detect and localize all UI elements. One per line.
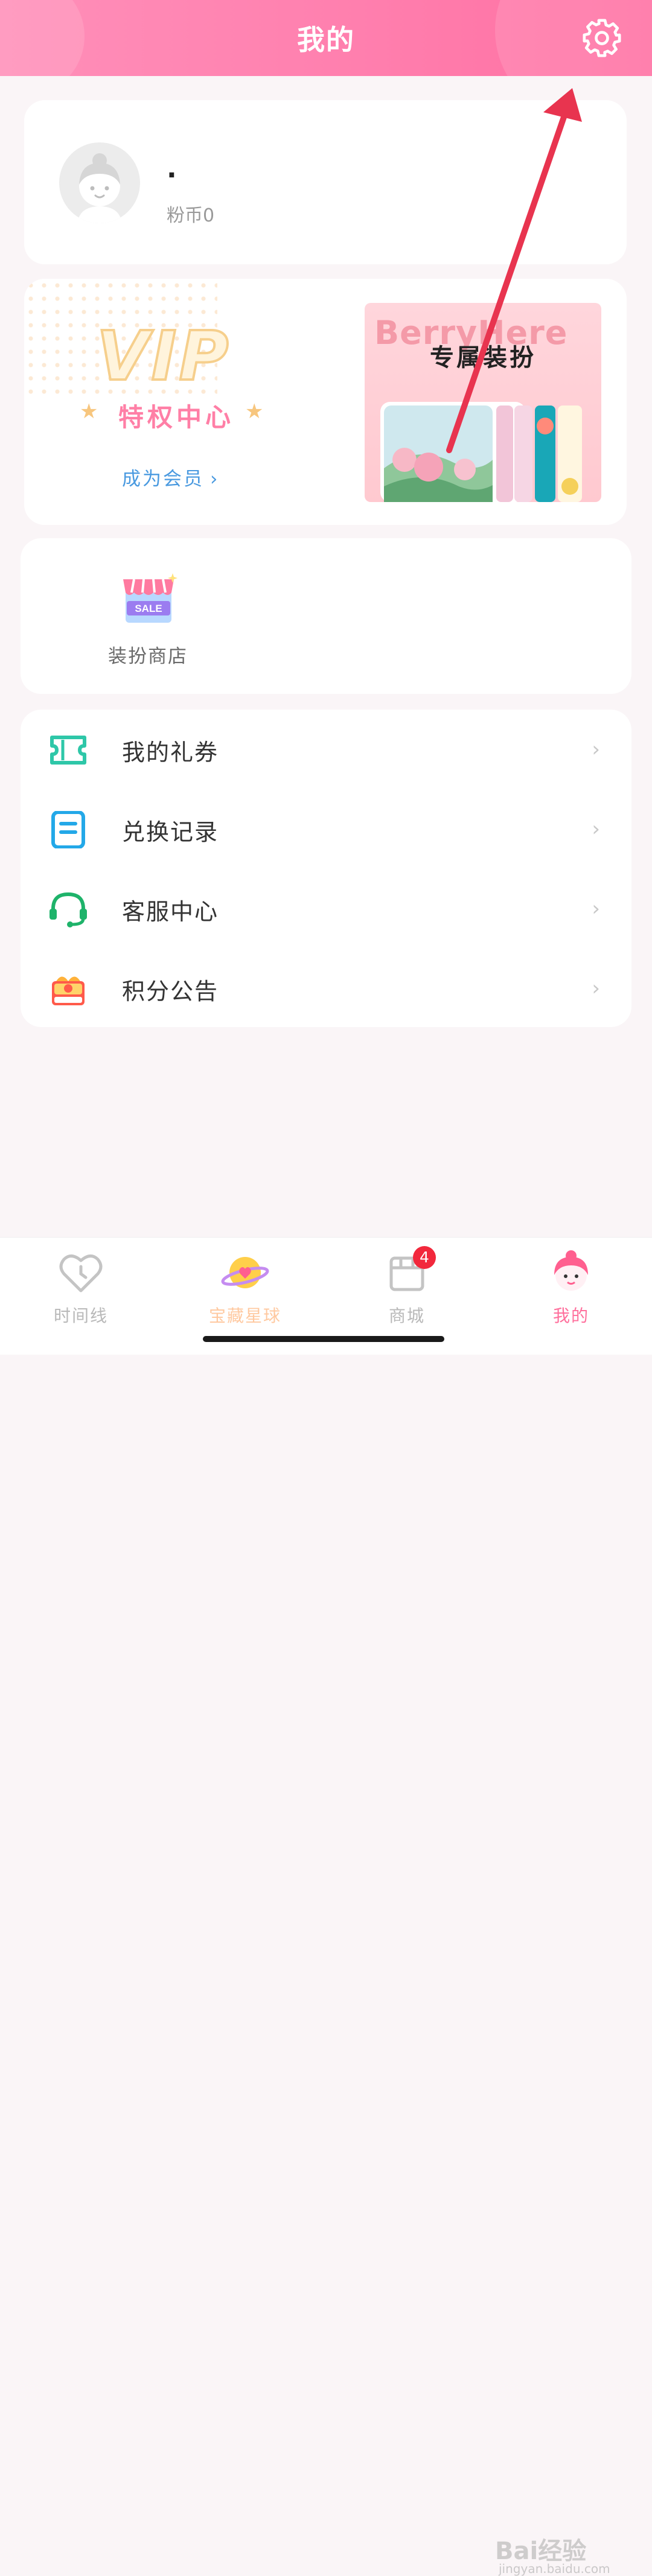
tab-label: 宝藏星球 [208,1306,281,1326]
star-icon: ★ [80,399,98,424]
outfit-shop-label: 装扮商店 [108,646,188,667]
menu-label: 积分公告 [122,978,219,1005]
tab-label: 时间线 [53,1306,108,1326]
coin-balance: 粉币0 [167,205,215,226]
chevron-right-icon: › [592,817,600,841]
tab-label: 我的 [552,1306,589,1326]
vip-card[interactable]: VIP ★ 特权中心 ★ 成为会员 › BerryHere 专属装扮 [24,279,627,525]
notification-badge: 4 [413,1246,436,1269]
menu-label: 我的礼券 [122,739,219,766]
chevron-right-icon: › [592,976,600,1000]
menu-list: 我的礼券 › 兑换记录 › 客服中心 › 积分公告 › [21,710,631,1027]
become-member-label: 成为会员 [122,468,204,490]
profile-card[interactable]: . 粉币0 [24,100,627,264]
become-member-link[interactable]: 成为会员 › [122,463,219,491]
page-title: 我的 [297,24,355,56]
gift-box-icon [52,976,85,1005]
menu-item-customer-service[interactable]: 客服中心 › [21,869,631,949]
exclusive-outfit-banner[interactable]: BerryHere 专属装扮 [365,303,601,502]
watermark-url: jingyan.baidu.com [499,2562,610,2576]
tab-mine[interactable]: 我的 [517,1246,625,1337]
record-icon [51,811,85,848]
chevron-right-icon: › [592,897,600,921]
default-avatar-icon [77,153,122,223]
heart-clock-icon [59,1255,103,1293]
sale-text: SALE [135,603,162,614]
menu-label: 兑换记录 [122,819,219,845]
ticket-icon [50,736,86,765]
gear-icon[interactable] [581,17,623,59]
sale-store-icon: SALE [123,573,177,623]
menu-label: 客服中心 [122,898,219,925]
menu-item-redeem-history[interactable]: 兑换记录 › [21,789,631,869]
outfit-shop-entry[interactable]: SALE 装扮商店 [85,571,211,679]
headset-icon [50,892,87,927]
girl-avatar-icon [554,1250,588,1291]
avatar[interactable] [59,142,140,223]
vip-center-title: 特权中心 [118,402,235,432]
chevron-right-icon: › [592,737,600,762]
username: . [167,153,177,184]
tab-timeline[interactable]: 时间线 [27,1246,135,1337]
vip-logo: VIP [95,316,231,397]
chevron-right-icon: › [210,468,220,490]
tab-mall[interactable]: 4 商城 [353,1246,461,1337]
menu-item-points-notice[interactable]: 积分公告 › [21,949,631,1028]
planet-icon [221,1257,269,1288]
home-indicator[interactable] [203,1336,444,1342]
tab-treasure-planet[interactable]: 宝藏星球 [191,1246,299,1337]
shop-card: SALE 装扮商店 [21,538,631,694]
theme-preview-image [380,402,582,502]
app-header: 我的 [0,0,652,76]
star-icon: ★ [245,399,264,424]
promo-title: 专属装扮 [430,344,536,372]
menu-item-coupons[interactable]: 我的礼券 › [21,710,631,789]
tab-label: 商城 [388,1306,425,1326]
